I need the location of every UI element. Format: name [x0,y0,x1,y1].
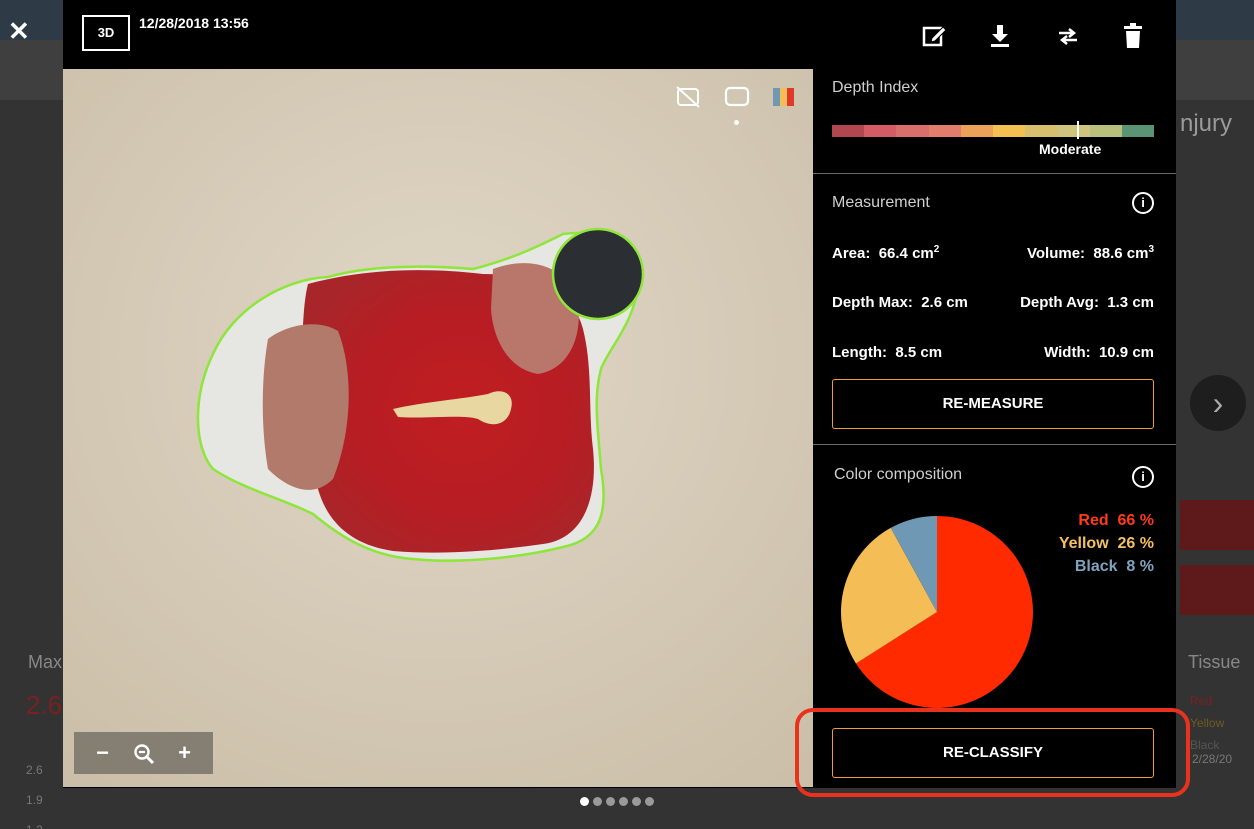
volume-measurement: Volume: 88.6 cm3 [1027,244,1154,262]
3d-badge[interactable]: 3D [82,15,130,51]
zoom-out-icon[interactable] [129,732,159,774]
pager-dot[interactable] [632,797,641,806]
depth-max-label: Depth Max: [832,294,913,311]
wound-image[interactable]: − + [63,69,813,787]
screen: njury › Max 2.6 2.6 1.9 1.2 Tissue Red Y… [0,0,1254,829]
width-label: Width: [1044,344,1091,361]
length-measurement: Length: 8.5 cm [832,344,942,361]
divider [813,444,1176,445]
color-composition-legend: Red 66 % Yellow 26 % Black 8 % [1059,509,1154,578]
pager-dot[interactable] [580,797,589,806]
depth-max-measurement: Depth Max: 2.6 cm [832,294,968,311]
pager-dot[interactable] [606,797,615,806]
pager-dot[interactable] [593,797,602,806]
depth-scale-segment [1025,125,1058,137]
area-label: Area: [832,245,871,262]
background-tissue-label: Tissue [1188,652,1241,672]
color-composition-pie-chart [841,516,1033,708]
analysis-panel: Depth Index Moderate Measurement i Area:… [813,69,1176,787]
image-pager [580,797,654,806]
depth-scale-segment [896,125,929,137]
depth-scale-segment [960,125,994,137]
width-measurement: Width: 10.9 cm [1044,344,1154,361]
zoom-plus-button[interactable]: + [170,732,200,774]
depth-avg-measurement: Depth Avg: 1.3 cm [1020,294,1154,311]
color-composition-info-icon[interactable]: i [1132,466,1154,488]
next-arrow-button[interactable]: › [1190,375,1246,431]
zoom-minus-button[interactable]: − [88,732,118,774]
depth-avg-value: 1.3 cm [1107,294,1154,311]
measurement-title: Measurement [832,194,930,211]
measurement-info-icon[interactable]: i [1132,192,1154,214]
capture-timestamp: 12/28/2018 13:56 [139,15,249,31]
area-unit-exponent: 2 [933,244,940,255]
width-value: 10.9 cm [1098,344,1154,361]
background-tissue-list: Red Yellow Black [1190,690,1224,756]
download-icon[interactable] [987,22,1013,50]
color-composition-title: Color composition [834,466,963,483]
depth-index-level: Moderate [1039,141,1102,157]
divider [813,173,1176,174]
background-red-button [1180,500,1254,550]
background-tick: 1.9 [26,793,43,807]
legend-row-black: Black 8 % [1059,555,1154,578]
length-value: 8.5 cm [895,344,943,361]
background-tick: 1.2 [26,815,43,829]
swap-icon[interactable] [1055,22,1081,50]
trash-icon[interactable] [1120,22,1146,50]
legend-yellow-value: 26 % [1117,535,1154,552]
depth-index-marker [1077,121,1079,139]
area-measurement: Area: 66.4 cm2 [832,244,939,262]
pager-dot[interactable] [619,797,628,806]
edit-icon[interactable] [921,22,947,50]
depth-scale-segment [1089,125,1122,137]
background-heading: njury [1180,110,1233,137]
depth-index-title: Depth Index [832,79,919,96]
legend-row-yellow: Yellow 26 % [1059,532,1154,555]
legend-black-value: 8 % [1126,558,1154,575]
area-value: 66.4 cm [878,245,934,262]
re-classify-highlight [795,708,1190,797]
background-date: 2/28/20 [1192,752,1233,766]
legend-yellow-label: Yellow [1058,535,1109,552]
volume-value: 88.6 cm [1093,245,1149,262]
legend-red-value: 66 % [1117,512,1154,529]
legend-red-label: Red [1078,512,1109,529]
background-max-label: Max [28,652,63,672]
pager-dot[interactable] [645,797,654,806]
depth-index-scale [832,125,1155,137]
depth-scale-segment [864,125,897,137]
background-red-button [1180,565,1254,615]
hide-outline-icon[interactable] [675,85,701,109]
background-ticks: 2.6 1.9 1.2 [26,755,43,829]
depth-scale-segment [1057,125,1090,137]
color-map-icon[interactable] [771,85,797,109]
outline-icon[interactable] [724,85,750,109]
depth-scale-segment [1121,125,1155,137]
close-icon[interactable]: ✕ [8,18,30,44]
length-label: Length: [832,344,887,361]
depth-avg-label: Depth Avg: [1020,294,1099,311]
active-view-indicator [734,120,739,125]
background-max-value: 2.6 [26,690,63,720]
volume-label: Volume: [1026,245,1086,262]
depth-scale-segment [928,125,961,137]
legend-black-label: Black [1074,558,1118,575]
volume-unit-exponent: 3 [1148,244,1154,255]
depth-scale-segment [832,125,865,137]
background-tissue-item: Yellow [1190,716,1225,730]
zoom-controls: − + [74,732,213,774]
depth-scale-segment [993,125,1026,137]
wound-illustration [63,69,813,787]
background-tissue-item: Red [1190,694,1213,708]
background-tick: 2.6 [26,763,43,777]
legend-row-red: Red 66 % [1059,509,1154,532]
depth-max-value: 2.6 cm [921,294,968,311]
re-measure-button[interactable]: RE-MEASURE [832,379,1154,429]
